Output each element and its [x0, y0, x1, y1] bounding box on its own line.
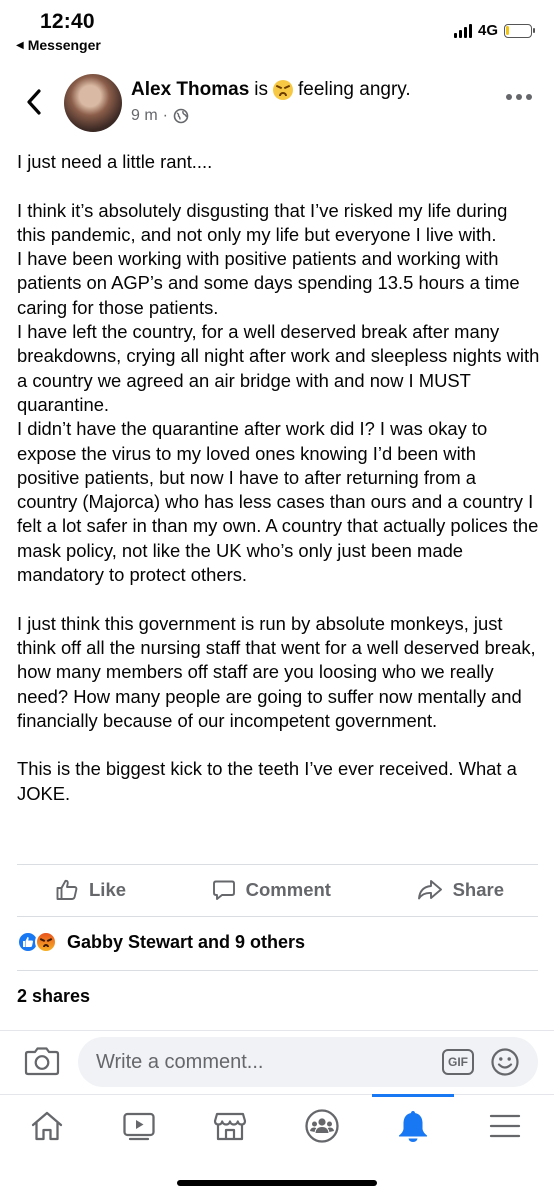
activity-prefix: is [254, 79, 268, 100]
camera-button[interactable] [24, 1045, 60, 1077]
divider [17, 864, 538, 865]
status-time: 12:40 [40, 10, 95, 33]
notifications-icon [399, 1111, 428, 1142]
watch-icon [122, 1112, 155, 1141]
marketplace-icon [214, 1112, 247, 1141]
tab-groups[interactable] [289, 1095, 355, 1157]
angry-reaction-icon [35, 931, 57, 953]
globe-icon [173, 108, 189, 124]
post-paragraph: I think it’s absolutely disgusting that … [17, 199, 540, 586]
reactions-text: Gabby Stewart and 9 others [67, 931, 306, 952]
more-options-icon[interactable] [506, 94, 532, 100]
tab-watch[interactable] [106, 1095, 172, 1157]
divider [17, 970, 538, 971]
post-header: Alex Thomas is feeling angry. 9 m · [0, 72, 554, 136]
post-timestamp[interactable]: 9 m [131, 107, 158, 125]
bottom-tab-bar [0, 1094, 554, 1156]
author-name[interactable]: Alex Thomas [131, 79, 249, 101]
battery-level [506, 25, 509, 35]
network-type: 4G [477, 22, 498, 39]
post-meta: 9 m · [131, 107, 189, 125]
thumbs-up-icon [56, 879, 78, 900]
avatar[interactable] [64, 74, 122, 132]
signal-icon [453, 23, 472, 38]
gif-button[interactable]: GIF [442, 1049, 474, 1075]
post-text: I just need a little rant.... I think it… [17, 150, 541, 806]
activity-text: feeling angry. [298, 79, 411, 100]
comment-label: Comment [245, 879, 331, 900]
comment-field[interactable]: GIF [78, 1037, 538, 1087]
tab-menu[interactable] [472, 1095, 538, 1157]
back-triangle-icon: ◀ [16, 39, 24, 51]
author-line: Alex Thomas is feeling angry. [131, 79, 411, 101]
post-paragraph: I just need a little rant.... [17, 151, 213, 172]
menu-icon [489, 1114, 521, 1138]
tab-marketplace[interactable] [197, 1095, 263, 1157]
tab-home[interactable] [14, 1095, 80, 1157]
home-indicator[interactable] [177, 1180, 377, 1186]
share-arrow-icon [417, 880, 442, 900]
groups-icon [305, 1109, 339, 1143]
reactions-summary[interactable]: Gabby Stewart and 9 others [17, 930, 305, 954]
divider [17, 916, 538, 917]
share-button[interactable]: Share [417, 878, 504, 902]
back-to-app-link[interactable]: ◀ Messenger [16, 37, 101, 53]
comment-input[interactable] [96, 1037, 426, 1087]
status-indicators: 4G [453, 22, 535, 39]
meta-separator: · [162, 107, 168, 124]
like-button[interactable]: Like [55, 878, 126, 902]
post-paragraph: This is the biggest kick to the teeth I’… [17, 758, 517, 804]
back-button[interactable] [20, 86, 48, 118]
emoji-button[interactable] [490, 1047, 520, 1077]
shares-count[interactable]: 2 shares [17, 986, 90, 1007]
camera-icon [24, 1047, 60, 1076]
battery-icon [504, 23, 535, 38]
comment-button[interactable]: Comment [212, 878, 331, 902]
angry-face-icon [273, 80, 293, 100]
reaction-icons [17, 930, 61, 954]
back-app-label: Messenger [27, 37, 101, 53]
comment-composer: GIF [0, 1030, 554, 1092]
tab-notifications[interactable] [372, 1094, 455, 1157]
chevron-left-icon [27, 89, 41, 115]
post-paragraph: I just think this government is run by a… [17, 612, 536, 731]
post-actions: Like Comment Share [17, 866, 538, 914]
comment-icon [212, 880, 235, 900]
home-icon [31, 1111, 63, 1141]
smiley-icon [491, 1048, 519, 1076]
share-label: Share [452, 879, 504, 900]
like-label: Like [89, 879, 127, 900]
